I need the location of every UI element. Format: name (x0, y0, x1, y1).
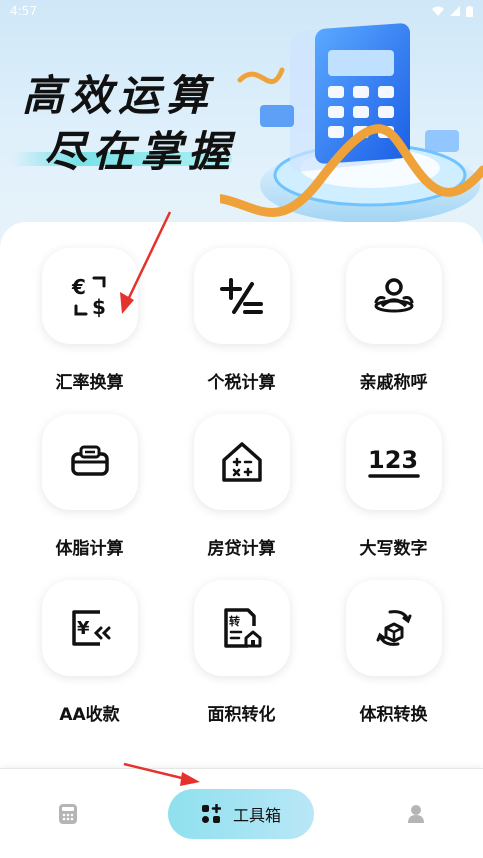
banner-title-line1: 高效运算 (22, 71, 215, 120)
tool-label: 汇率换算 (55, 373, 124, 393)
tool-mortgage[interactable]: 房贷计算 (166, 414, 318, 562)
tool-label: 房贷计算 (207, 539, 276, 559)
nav-calculator-tab[interactable] (48, 799, 88, 829)
tool-label: AA收款 (59, 705, 120, 725)
tool-label: 面积转化 (207, 705, 276, 725)
tool-income-tax[interactable]: 个税计算 (166, 248, 318, 396)
tool-volume-convert[interactable]: 体积转换 (318, 580, 470, 728)
status-time: 4:57 (10, 4, 37, 18)
nav-toolbox-label: 工具箱 (232, 806, 281, 825)
bottom-nav: 工具箱 (0, 768, 483, 858)
plus-minus-icon (219, 278, 263, 314)
tool-area-convert[interactable]: 转 面积转化 (166, 580, 318, 728)
banner-title-line2: 尽在掌握 (44, 127, 237, 176)
toolbox-grid-icon (201, 804, 221, 823)
body-fat-scale-icon (70, 445, 109, 476)
calculator-icon (59, 804, 77, 824)
svg-text:¥: ¥ (77, 618, 90, 639)
nav-toolbox-tab[interactable]: 工具箱 (168, 789, 314, 839)
tool-aa-payment[interactable]: ¥ AA收款 (14, 580, 166, 728)
aa-payment-icon: ¥ (71, 610, 110, 646)
tools-card: € $ 汇率换算 个税计算 亲戚称呼 体脂计算 房贷计算 123 大写数字 ¥ … (0, 222, 483, 782)
svg-text:$: $ (92, 295, 106, 319)
tool-uppercase-number[interactable]: 123 大写数字 (318, 414, 470, 562)
svg-text:转: 转 (229, 614, 240, 628)
status-bar: 4:57 (0, 0, 483, 22)
tool-label: 大写数字 (359, 539, 428, 559)
tool-currency-exchange[interactable]: € $ 汇率换算 (14, 248, 166, 396)
svg-text:€: € (71, 275, 86, 299)
currency-exchange-icon: € $ (71, 275, 106, 319)
battery-icon (466, 5, 473, 17)
svg-text:123: 123 (368, 446, 418, 474)
tool-label: 体积转换 (359, 705, 428, 725)
nav-profile-tab[interactable] (396, 799, 436, 829)
calculator-illustration (220, 22, 483, 223)
tool-label: 亲戚称呼 (359, 373, 428, 393)
person-icon (408, 805, 424, 823)
relatives-icon (374, 278, 413, 313)
house-loan-icon (221, 442, 262, 482)
wifi-icon (432, 6, 444, 16)
tool-label: 体脂计算 (55, 539, 124, 559)
tool-body-fat[interactable]: 体脂计算 (14, 414, 166, 562)
tool-label: 个税计算 (207, 373, 276, 393)
signal-icon (450, 6, 460, 16)
volume-convert-icon (376, 610, 411, 646)
tool-relatives[interactable]: 亲戚称呼 (318, 248, 470, 396)
area-convert-icon: 转 (223, 608, 261, 648)
tools-grid: € $ 汇率换算 个税计算 亲戚称呼 体脂计算 房贷计算 123 大写数字 ¥ … (0, 248, 483, 728)
number-123-icon: 123 (368, 446, 420, 478)
hero-banner: 高效运算 尽在掌握 (0, 0, 483, 250)
